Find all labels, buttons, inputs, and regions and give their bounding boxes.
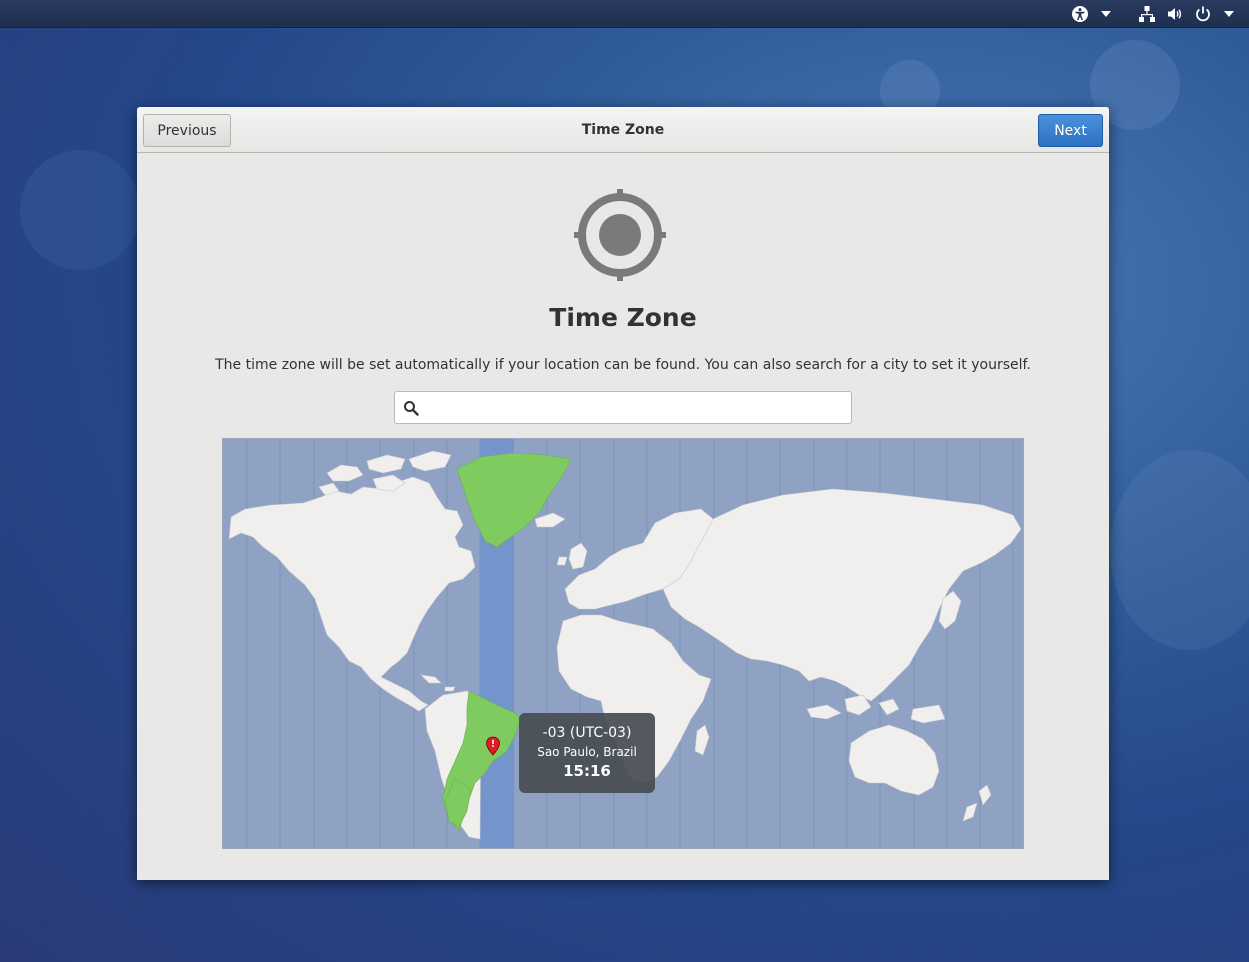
search-box[interactable] — [394, 391, 852, 424]
volume-icon — [1166, 5, 1184, 23]
chevron-down-icon — [1224, 11, 1234, 17]
next-button[interactable]: Next — [1038, 114, 1103, 147]
chevron-down-icon — [1101, 11, 1111, 17]
accessibility-menu[interactable] — [1071, 5, 1111, 23]
wallpaper-decoration — [20, 150, 140, 270]
greenland-zone — [456, 452, 572, 548]
wallpaper-decoration — [1110, 450, 1249, 650]
tooltip-city: Sao Paulo, Brazil — [537, 745, 637, 759]
tooltip-zone: -03 (UTC-03) — [542, 725, 632, 741]
location-icon — [574, 189, 666, 281]
network-icon — [1138, 5, 1156, 23]
setup-window: Previous Time Zone Next Time Zone The ti… — [137, 107, 1109, 880]
previous-button[interactable]: Previous — [143, 114, 231, 147]
power-icon — [1194, 5, 1212, 23]
tooltip-time: 15:16 — [563, 762, 611, 780]
timezone-tooltip: -03 (UTC-03) Sao Paulo, Brazil 15:16 — [519, 713, 655, 793]
system-menu[interactable] — [1138, 5, 1234, 23]
search-icon — [403, 400, 419, 416]
timezone-map[interactable]: -03 (UTC-03) Sao Paulo, Brazil 15:16 — [222, 438, 1024, 849]
page-description: The time zone will be set automatically … — [215, 357, 1031, 373]
search-input[interactable] — [427, 396, 843, 420]
page-title: Time Zone — [549, 303, 697, 332]
top-bar — [0, 0, 1249, 28]
window-title: Time Zone — [581, 122, 665, 138]
accessibility-icon — [1071, 5, 1089, 23]
header-bar: Previous Time Zone Next — [137, 107, 1109, 153]
